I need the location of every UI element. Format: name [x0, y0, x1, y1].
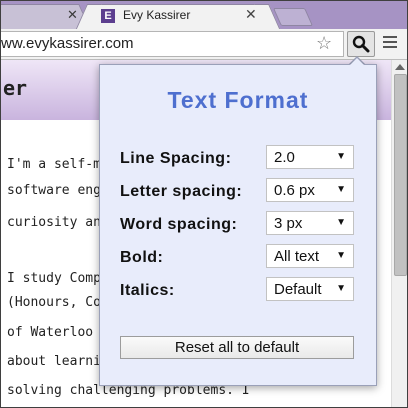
dropdown-arrow-icon: ▼ — [336, 217, 346, 228]
line-spacing-value: 2.0 — [274, 149, 295, 166]
site-name: er — [3, 76, 28, 100]
extension-button[interactable] — [347, 31, 375, 57]
body-text-line: about learnin — [7, 354, 109, 369]
dropdown-arrow-icon: ▼ — [336, 151, 346, 162]
italics-value: Default — [274, 281, 322, 298]
italics-label: Italics: — [120, 282, 175, 299]
close-icon[interactable]: ✕ — [245, 6, 257, 23]
body-text-line: (Honours, Co — [7, 295, 101, 310]
word-spacing-value: 3 px — [274, 215, 303, 232]
line-spacing-label: Line Spacing: — [120, 150, 232, 167]
dropdown-arrow-icon: ▼ — [336, 283, 346, 294]
scroll-up-arrow-icon[interactable] — [395, 64, 405, 70]
bold-label: Bold: — [120, 249, 164, 266]
address-bar[interactable]: ww.evykassirer.com ☆ — [1, 31, 344, 57]
star-icon[interactable]: ☆ — [316, 33, 332, 54]
url-text: ww.evykassirer.com — [1, 35, 134, 52]
body-text-line: I study Comp — [7, 271, 101, 286]
popup-title: Text Format — [167, 87, 309, 113]
body-text-line: curiosity and — [7, 215, 109, 230]
body-text-line: software eng — [7, 183, 101, 198]
letter-spacing-select[interactable]: 0.6 px ▼ — [266, 178, 354, 202]
toolbar: ww.evykassirer.com ☆ — [1, 29, 407, 60]
tab-title: Evy Kassirer — [123, 8, 191, 22]
bold-select[interactable]: All text ▼ — [266, 244, 354, 268]
body-text-line: I'm a self-mo — [7, 157, 109, 172]
bold-value: All text — [274, 248, 320, 265]
body-text-line: of Waterloo — [7, 325, 94, 340]
close-icon[interactable]: ✕ — [67, 7, 78, 23]
text-format-popup: Text Format Line Spacing: 2.0 ▼ Letter s… — [99, 64, 377, 386]
new-tab-button[interactable] — [272, 8, 314, 26]
favicon-icon: E — [101, 9, 115, 23]
letter-spacing-value: 0.6 px — [274, 182, 315, 199]
popup-pointer-fill — [350, 58, 364, 65]
word-spacing-select[interactable]: 3 px ▼ — [266, 211, 354, 235]
letter-spacing-label: Letter spacing: — [120, 183, 243, 200]
italics-select[interactable]: Default ▼ — [266, 277, 354, 301]
search-icon — [352, 35, 370, 53]
word-spacing-label: Word spacing: — [120, 216, 238, 233]
scroll-thumb[interactable] — [394, 74, 407, 276]
browser-window: ✕ E Evy Kassirer ✕ ww.evykassirer.com ☆ … — [0, 0, 408, 408]
dropdown-arrow-icon: ▼ — [336, 184, 346, 195]
dropdown-arrow-icon: ▼ — [336, 250, 346, 261]
scrollbar[interactable] — [391, 60, 407, 407]
reset-all-button[interactable]: Reset all to default — [120, 336, 354, 359]
line-spacing-select[interactable]: 2.0 ▼ — [266, 145, 354, 169]
menu-icon[interactable] — [383, 36, 397, 51]
tab-strip: ✕ E Evy Kassirer ✕ — [1, 1, 407, 31]
